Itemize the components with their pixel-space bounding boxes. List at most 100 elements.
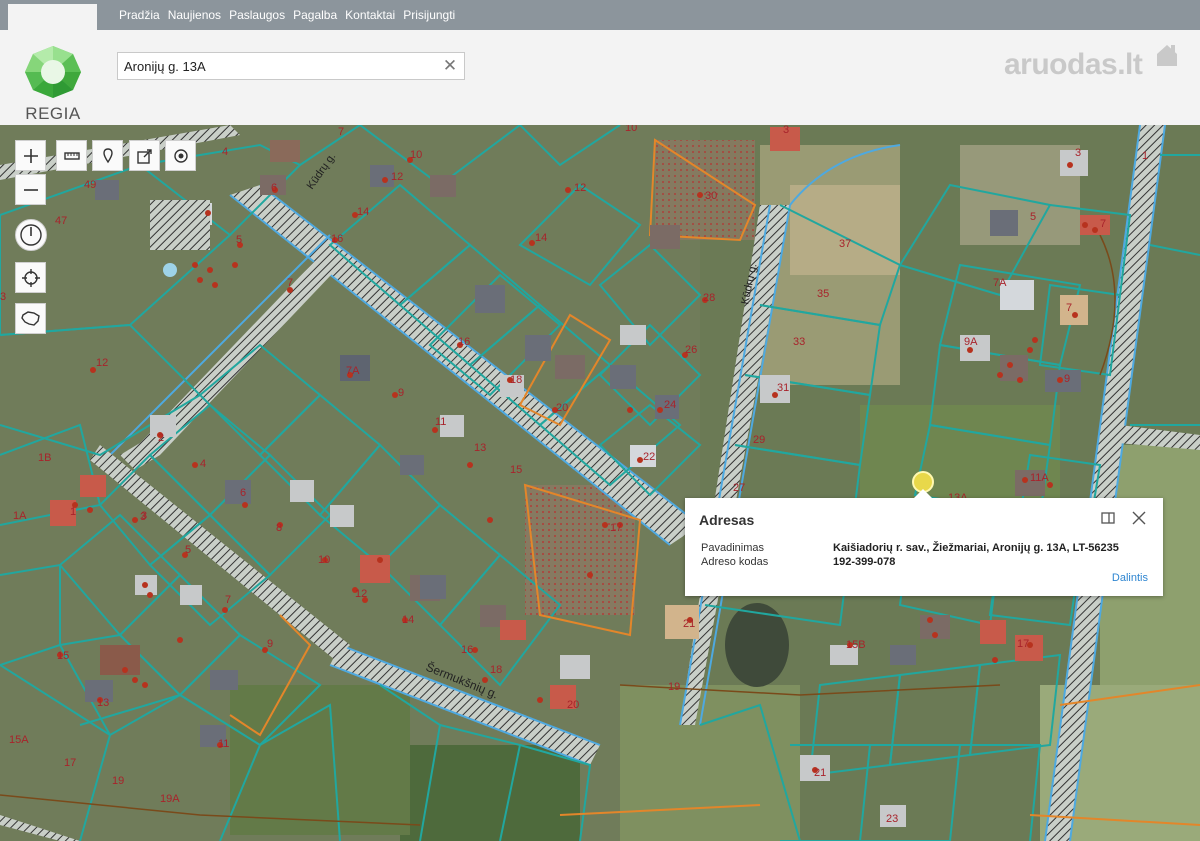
pin-button[interactable]	[92, 140, 123, 171]
top-nav: Pradžia Naujienos Paslaugos Pagalba Kont…	[0, 0, 1200, 30]
svg-text:1: 1	[70, 506, 76, 518]
aruodas-brand[interactable]: aruodas.lt	[1004, 44, 1179, 81]
map-layer: 49474 657 101214 167 10 121416 182022 242…	[0, 125, 1200, 841]
svg-text:19A: 19A	[160, 793, 180, 805]
row-value-adreso-kodas: 192-399-078	[833, 556, 896, 568]
map-canvas[interactable]: 49 47 4 657 10 12 14 16 7 10 12 14 16 18 20 22 24 2…	[0, 125, 1200, 841]
zoom-out-icon	[23, 188, 38, 191]
svg-text:16: 16	[331, 233, 343, 245]
nav-menu: Pradžia Naujienos Paslaugos Pagalba Kont…	[119, 0, 463, 30]
svg-text:30: 30	[705, 190, 717, 202]
svg-text:27: 27	[733, 482, 745, 494]
share-link[interactable]: Dalintis	[1112, 572, 1148, 584]
nav-item-kontaktai[interactable]: Kontaktai	[345, 8, 395, 22]
svg-text:15: 15	[57, 650, 69, 662]
svg-text:19: 19	[112, 775, 124, 787]
header: REGIA ✕ aruodas.lt	[0, 30, 1200, 125]
full-extent-button[interactable]	[15, 303, 46, 334]
svg-text:17: 17	[610, 522, 622, 534]
logo-tab	[8, 4, 97, 30]
svg-text:37: 37	[839, 238, 851, 250]
svg-text:1B: 1B	[38, 452, 51, 464]
house-icon	[1157, 45, 1177, 66]
export-icon	[136, 148, 152, 164]
svg-text:29: 29	[753, 434, 765, 446]
svg-text:7A: 7A	[993, 277, 1007, 289]
svg-text:15B: 15B	[846, 639, 866, 651]
svg-text:5: 5	[1030, 211, 1036, 223]
brand-text: aruodas.lt	[1004, 48, 1143, 81]
svg-text:8: 8	[276, 522, 282, 534]
nav-item-naujienos[interactable]: Naujienos	[168, 8, 221, 22]
svg-text:1: 1	[1142, 150, 1148, 162]
target-button[interactable]	[165, 140, 196, 171]
export-button[interactable]	[129, 140, 160, 171]
svg-text:7A: 7A	[346, 365, 360, 377]
svg-text:14: 14	[535, 232, 547, 244]
close-icon[interactable]	[1131, 510, 1149, 528]
svg-text:12: 12	[391, 171, 403, 183]
svg-text:20: 20	[556, 402, 568, 414]
svg-text:15A: 15A	[9, 734, 29, 746]
svg-text:13: 13	[97, 697, 109, 709]
clear-search-icon[interactable]: ✕	[442, 57, 458, 75]
measure-icon	[63, 151, 80, 160]
svg-text:28: 28	[703, 292, 715, 304]
svg-text:4: 4	[200, 458, 206, 470]
svg-text:9: 9	[398, 387, 404, 399]
svg-text:7: 7	[338, 126, 344, 138]
svg-text:21: 21	[683, 618, 695, 630]
svg-text:16: 16	[461, 644, 473, 656]
svg-text:7: 7	[1066, 302, 1072, 314]
logo-text: REGIA	[25, 104, 81, 123]
svg-text:31: 31	[777, 382, 789, 394]
zoom-in-icon	[23, 148, 38, 163]
svg-text:11: 11	[435, 416, 446, 428]
pin-icon	[102, 147, 113, 163]
row-label-pavadinimas: Pavadinimas	[701, 542, 764, 554]
svg-text:20: 20	[567, 699, 579, 711]
svg-text:1A: 1A	[13, 510, 27, 522]
svg-text:13: 13	[474, 442, 486, 454]
svg-text:4: 4	[222, 146, 228, 158]
svg-text:49: 49	[84, 179, 96, 191]
svg-text:26: 26	[685, 344, 697, 356]
measure-button[interactable]	[56, 140, 87, 171]
svg-text:14: 14	[402, 614, 414, 626]
zoom-out-button[interactable]	[15, 174, 46, 205]
svg-text:3: 3	[0, 291, 6, 303]
nav-item-pagalba[interactable]: Pagalba	[293, 8, 337, 22]
compass-icon	[20, 224, 42, 246]
svg-text:18: 18	[490, 664, 502, 676]
svg-text:3: 3	[140, 511, 146, 523]
svg-text:10: 10	[318, 554, 330, 566]
search-input[interactable]	[124, 58, 434, 74]
svg-text:11A: 11A	[1030, 472, 1049, 484]
nav-item-paslaugos[interactable]: Paslaugos	[229, 8, 285, 22]
regia-logo-icon	[25, 46, 81, 98]
svg-text:35: 35	[817, 288, 829, 300]
zoom-in-button[interactable]	[15, 140, 46, 171]
maximize-icon[interactable]	[1100, 510, 1118, 528]
svg-text:5: 5	[236, 234, 242, 246]
svg-text:9: 9	[267, 638, 273, 650]
svg-text:6: 6	[271, 182, 277, 194]
regia-logo[interactable]: REGIA	[18, 44, 90, 134]
address-search[interactable]: ✕	[117, 52, 465, 80]
nav-item-prisijungti[interactable]: Prisijungti	[403, 8, 455, 22]
target-icon	[173, 148, 188, 163]
svg-text:10: 10	[410, 149, 422, 161]
svg-text:5: 5	[185, 544, 191, 556]
compass-button[interactable]	[15, 219, 47, 251]
svg-text:33: 33	[793, 336, 805, 348]
svg-text:7: 7	[1100, 218, 1106, 230]
svg-text:17: 17	[1017, 638, 1029, 650]
locate-button[interactable]	[15, 262, 46, 293]
svg-text:3: 3	[1075, 147, 1081, 159]
svg-text:14: 14	[357, 206, 369, 218]
svg-text:16: 16	[458, 336, 470, 348]
svg-text:2: 2	[158, 432, 164, 444]
popup-arrow	[914, 489, 932, 498]
nav-item-pradzia[interactable]: Pradžia	[119, 8, 160, 22]
svg-text:6: 6	[240, 487, 246, 499]
